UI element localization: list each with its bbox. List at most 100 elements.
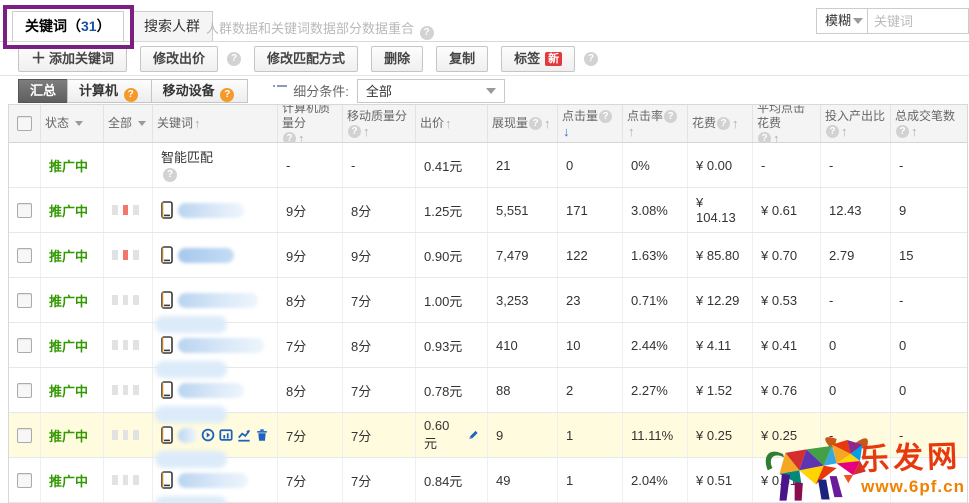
orders-cell: 0 <box>891 323 967 367</box>
mobile-quality-cell: 8分 <box>343 188 416 232</box>
help-icon[interactable]: ? <box>896 125 909 138</box>
table-row[interactable]: 推广中9分9分0.90元7,4791221.63%¥ 85.80¥ 0.702.… <box>9 233 967 278</box>
row-checkbox[interactable] <box>17 293 32 308</box>
button-label: 添加关键词 <box>49 51 114 66</box>
bar-chart-icon[interactable] <box>219 428 233 442</box>
tab-search-audience[interactable]: 搜索人群 <box>131 11 213 41</box>
keyword-cell[interactable] <box>153 278 278 322</box>
analysis-icon[interactable] <box>201 428 215 442</box>
col-header-cost[interactable]: 花费?↑ <box>688 105 753 142</box>
sort-icon[interactable]: ↑ <box>363 124 370 139</box>
help-icon[interactable]: ? <box>664 110 677 123</box>
delete-button[interactable]: 删除 <box>371 46 423 72</box>
col-header-keyword[interactable]: 关键词↑ <box>153 105 278 142</box>
help-icon[interactable]: ? <box>348 125 361 138</box>
col-header-ctr[interactable]: 点击率?↑ <box>623 105 688 142</box>
edit-match-type-button[interactable]: 修改匹配方式 <box>254 46 358 72</box>
sort-icon[interactable]: ↑ <box>445 116 452 131</box>
col-header-pc-quality[interactable]: 计算机质量分?↑ <box>278 105 343 142</box>
tag-button[interactable]: 标签新 <box>501 46 575 72</box>
bid-cell: 1.25元 <box>416 188 488 232</box>
status-cell: 推广中 <box>41 143 104 187</box>
cost-cell: ¥ 104.13 <box>688 188 753 232</box>
col-header-mobile-quality[interactable]: 移动质量分?↑ <box>343 105 416 142</box>
table-row[interactable]: 推广中智能匹配?--0.41元2100%¥ 0.00--- <box>9 143 967 188</box>
table-row[interactable]: 推广中7分7分0.60元9111.11%¥ 0.25¥ 0.25-- <box>9 413 967 458</box>
subdivide-select[interactable]: 全部 <box>357 79 505 103</box>
blurred-keyword <box>178 473 248 488</box>
bid-value: 0.84元 <box>424 471 462 490</box>
edit-bid-icon[interactable] <box>468 428 479 442</box>
row-checkbox[interactable] <box>17 203 32 218</box>
help-icon[interactable]: ? <box>758 132 771 142</box>
help-icon[interactable]: ? <box>529 117 542 130</box>
ctr-cell: 2.44% <box>623 323 688 367</box>
col-header-orders[interactable]: 总成交笔数?↑ <box>891 105 967 142</box>
help-icon[interactable]: ? <box>124 88 138 102</box>
help-icon[interactable]: ? <box>420 26 434 40</box>
table-row[interactable]: 推广中7分8分0.93元410102.44%¥ 4.11¥ 0.4100 <box>9 323 967 368</box>
edit-bid-button[interactable]: 修改出价 <box>140 46 218 72</box>
trend-chart-icon[interactable] <box>237 428 251 442</box>
add-keyword-button[interactable]: ＋添加关键词 <box>18 46 127 72</box>
table-row[interactable]: 推广中7分7分0.84元4912.04%¥ 0.51¥ 0.51 <box>9 458 967 503</box>
copy-button[interactable]: 复制 <box>436 46 488 72</box>
toolbar: ＋添加关键词修改出价? 修改匹配方式删除复制标签新? <box>0 42 969 76</box>
keyword-cell[interactable] <box>153 233 278 277</box>
sort-icon[interactable]: ↑ <box>194 116 201 131</box>
delete-icon[interactable] <box>255 428 269 442</box>
help-icon[interactable]: ? <box>599 110 612 123</box>
row-checkbox[interactable] <box>17 248 32 263</box>
clicks-cell: 122 <box>558 233 623 277</box>
table-row[interactable]: 推广中8分7分1.00元3,253230.71%¥ 12.29¥ 0.53-- <box>9 278 967 323</box>
sort-icon[interactable]: ↑ <box>732 116 739 131</box>
segment-computer[interactable]: 计算机 ? <box>67 79 152 103</box>
row-checkbox[interactable] <box>17 338 32 353</box>
help-icon[interactable]: ? <box>227 52 241 66</box>
impressions-cell: 49 <box>488 458 558 502</box>
impressions-cell: 9 <box>488 413 558 457</box>
help-icon[interactable]: ? <box>283 132 296 142</box>
bid-cell: 0.78元 <box>416 368 488 412</box>
sort-icon[interactable]: ↑ <box>841 124 848 139</box>
help-icon[interactable]: ? <box>717 117 730 130</box>
help-icon[interactable]: ? <box>826 125 839 138</box>
col-header-all[interactable]: 全部 <box>104 105 153 142</box>
col-header-roi[interactable]: 投入产出比?↑ <box>821 105 891 142</box>
keyword-cell[interactable] <box>153 188 278 232</box>
indicator-square <box>123 385 129 395</box>
sort-icon[interactable]: ↑ <box>544 116 551 131</box>
help-icon[interactable]: ? <box>163 168 177 182</box>
segment-summary[interactable]: 汇总 <box>18 79 68 103</box>
fuzzy-mode-dropdown[interactable]: 模糊 <box>816 8 868 34</box>
col-header-status[interactable]: 状态 <box>41 105 104 142</box>
help-icon[interactable]: ? <box>584 52 598 66</box>
select-all-checkbox[interactable] <box>17 116 32 131</box>
col-header-select[interactable] <box>9 105 41 142</box>
col-label: 关键词 <box>157 116 193 131</box>
col-header-impressions[interactable]: 展现量?↑ <box>488 105 558 142</box>
table-row[interactable]: 推广中9分8分1.25元5,5511713.08%¥ 104.13¥ 0.611… <box>9 188 967 233</box>
segment-label: 计算机 <box>79 83 118 98</box>
sort-icon[interactable]: ↓ <box>563 124 570 139</box>
subdivide-select-value: 全部 <box>366 81 392 100</box>
keyword-cell[interactable]: 智能匹配? <box>153 143 278 187</box>
sort-icon[interactable]: ↑ <box>628 124 635 139</box>
col-header-bid[interactable]: 出价↑ <box>416 105 488 142</box>
table-row[interactable]: 推广中8分7分0.78元8822.27%¥ 1.52¥ 0.7600 <box>9 368 967 413</box>
indicator-cell <box>104 323 153 367</box>
row-checkbox[interactable] <box>17 428 32 443</box>
sort-icon[interactable]: ↑ <box>911 124 918 139</box>
filter-chevron-icon[interactable] <box>75 121 83 130</box>
col-header-ppc[interactable]: 平均点击花费?↑ <box>753 105 821 142</box>
row-checkbox[interactable] <box>17 383 32 398</box>
sort-icon[interactable]: ↑ <box>773 131 780 142</box>
sort-icon[interactable]: ↑ <box>298 131 305 142</box>
tab-keywords[interactable]: 关键词（31） <box>12 11 124 41</box>
search-input[interactable] <box>868 8 969 34</box>
segment-mobile[interactable]: 移动设备 ? <box>151 79 249 103</box>
filter-chevron-icon[interactable] <box>138 121 146 130</box>
help-icon[interactable]: ? <box>220 88 234 102</box>
col-header-clicks[interactable]: 点击量?↓ <box>558 105 623 142</box>
row-checkbox[interactable] <box>17 473 32 488</box>
